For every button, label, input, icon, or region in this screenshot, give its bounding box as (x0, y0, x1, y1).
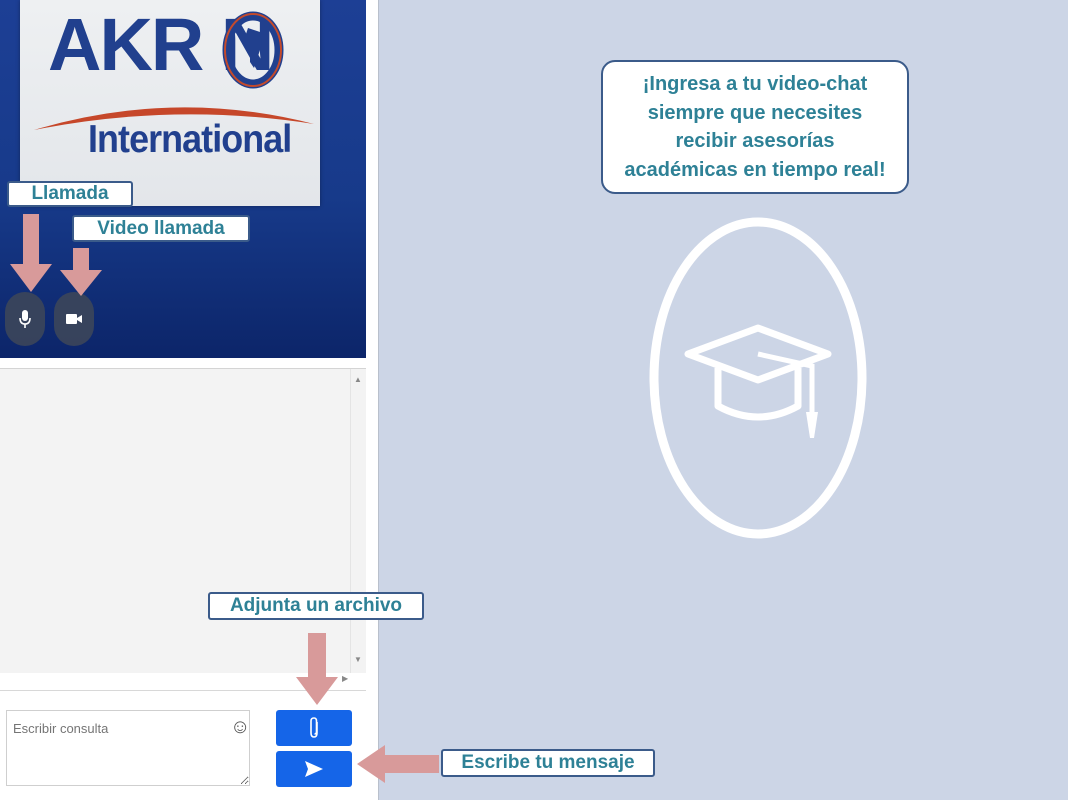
info-line: ¡Ingresa a tu video-chat (642, 73, 868, 95)
callout-write-message: Escribe tu mensaje (441, 749, 655, 777)
arrow-left-send (357, 745, 439, 783)
send-icon (305, 761, 323, 777)
scroll-right-arrow[interactable]: ▶ (342, 674, 348, 683)
info-line: recibir asesorías (675, 130, 835, 152)
vertical-scrollbar[interactable]: ▲ ▼ (350, 369, 366, 673)
info-message: ¡Ingresa a tu video-chat siempre que nec… (601, 60, 909, 194)
logo-subtitle: International (88, 118, 292, 161)
arrow-down-video-call (60, 248, 102, 296)
message-input[interactable] (6, 710, 250, 786)
microphone-icon (19, 310, 31, 328)
arrow-down-call (10, 214, 52, 292)
callout-video-call: Video llamada (72, 215, 250, 242)
attach-file-button[interactable] (276, 710, 352, 746)
send-button[interactable] (276, 751, 352, 787)
info-line: académicas en tiempo real! (624, 158, 886, 181)
message-history[interactable]: ▲ ▼ (0, 368, 366, 673)
scroll-up-arrow[interactable]: ▲ (354, 375, 362, 384)
callout-call: Llamada (7, 181, 133, 207)
paperclip-icon (310, 717, 318, 738)
call-button[interactable] (5, 292, 45, 346)
arrow-down-attach (296, 633, 338, 705)
scroll-down-arrow[interactable]: ▼ (354, 655, 362, 664)
video-preview: AKR N International (0, 0, 366, 358)
graduation-cap-icon (649, 217, 867, 539)
emoji-icon[interactable]: ☺ (230, 716, 250, 739)
info-line: siempre que necesites (647, 101, 863, 124)
globe-icon (222, 11, 284, 89)
akron-logo: AKR N International (20, 0, 320, 206)
video-camera-icon (66, 314, 82, 324)
video-call-button[interactable] (54, 292, 94, 346)
callout-attach: Adjunta un archivo (208, 592, 424, 620)
